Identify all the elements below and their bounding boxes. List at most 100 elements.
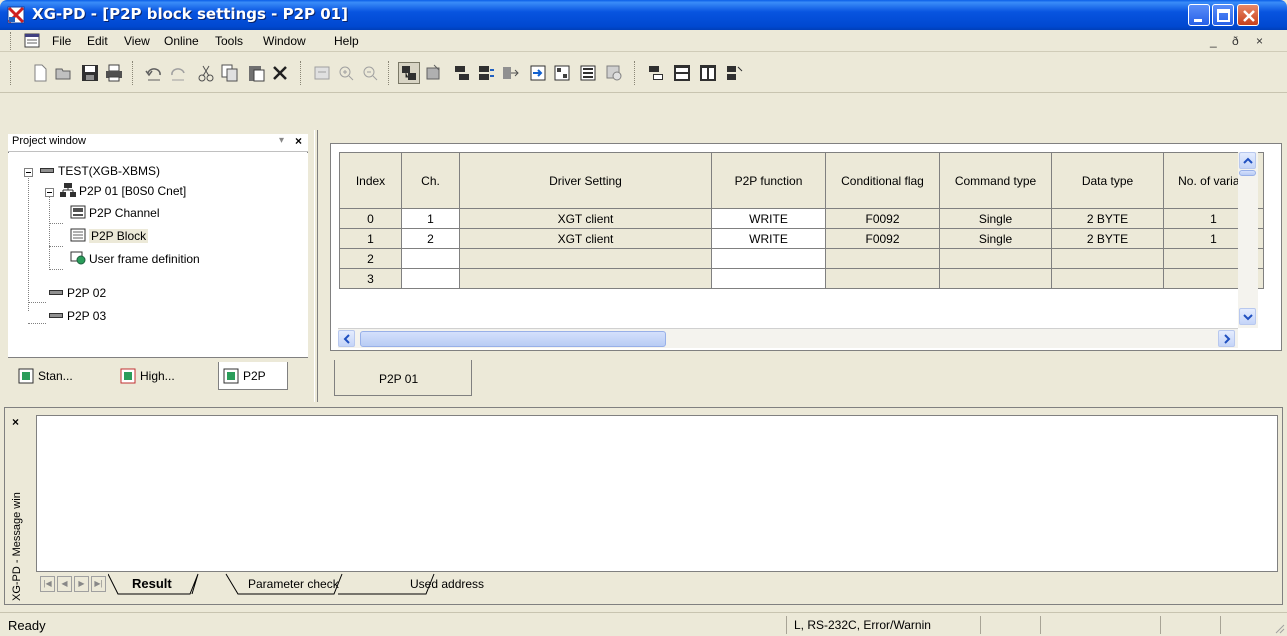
tree-item-user-frame[interactable]: User frame definition (70, 251, 200, 266)
tab-p2p[interactable]: P2P (218, 362, 288, 390)
arrange-icon[interactable] (724, 63, 744, 83)
menu-file[interactable]: File (52, 34, 71, 48)
cell-conditional-flag[interactable]: F0092 (825, 208, 940, 229)
vertical-scrollbar[interactable] (1238, 152, 1258, 328)
collapse-toggle[interactable] (45, 188, 54, 197)
tree-item-root[interactable]: TEST(XGB-XBMS) (39, 163, 160, 178)
tab-parameter-check[interactable]: Parameter check (248, 577, 339, 591)
zoom-out-icon[interactable] (360, 63, 380, 83)
diagnose-icon[interactable] (578, 63, 598, 83)
horizontal-scrollbar[interactable] (338, 328, 1238, 348)
cell-data-type[interactable]: 2 BYTE (1051, 208, 1164, 229)
column-header-command-type[interactable]: Command type (939, 152, 1052, 209)
project-window-close-button[interactable]: × (295, 134, 302, 148)
tree-item-p2p-channel[interactable]: P2P Channel (70, 205, 160, 220)
tab-high-speed[interactable]: High... (116, 362, 214, 390)
cell-conditional-flag[interactable] (825, 268, 940, 289)
menu-edit[interactable]: Edit (87, 34, 108, 48)
cell-conditional-flag[interactable]: F0092 (825, 228, 940, 249)
column-header-p2p-function[interactable]: P2P function (711, 152, 826, 209)
table-row[interactable]: 3 (339, 268, 1264, 289)
import-icon[interactable] (528, 63, 548, 83)
scroll-up-button[interactable] (1239, 152, 1256, 169)
prev-tab-button[interactable]: ◀ (57, 576, 72, 592)
diagnose2-icon[interactable] (604, 63, 624, 83)
message-output-area[interactable] (36, 415, 1278, 572)
cell-data-type[interactable] (1051, 248, 1164, 269)
cell-conditional-flag[interactable] (825, 248, 940, 269)
cell-ch[interactable] (401, 248, 460, 269)
mdi-minimize-button[interactable]: _ (1210, 34, 1217, 48)
cell-ch[interactable]: 2 (401, 228, 460, 249)
menu-view[interactable]: View (124, 34, 150, 48)
cell-data-type[interactable] (1051, 268, 1164, 289)
cell-command-type[interactable]: Single (939, 208, 1052, 229)
paste-icon[interactable] (246, 63, 266, 83)
copy-icon[interactable] (220, 63, 240, 83)
cell-command-type[interactable] (939, 248, 1052, 269)
maximize-button[interactable] (1212, 4, 1234, 26)
menu-online[interactable]: Online (164, 34, 199, 48)
cascade-icon[interactable] (646, 63, 666, 83)
mdi-close-button[interactable]: × (1256, 34, 1263, 48)
pin-dropdown-icon[interactable]: ▾ (279, 135, 284, 146)
column-header-conditional-flag[interactable]: Conditional flag (825, 152, 940, 209)
undo-icon[interactable] (144, 63, 164, 83)
delete-icon[interactable] (270, 63, 290, 83)
tile-v-icon[interactable] (698, 63, 718, 83)
save-icon[interactable] (80, 63, 100, 83)
tree-item-p2p01[interactable]: P2P 01 [B0S0 Cnet] (60, 183, 186, 198)
scroll-left-button[interactable] (338, 330, 355, 347)
menu-tools[interactable]: Tools (215, 34, 243, 48)
last-tab-button[interactable]: ▶| (91, 576, 106, 592)
table-row[interactable]: 2 (339, 248, 1264, 269)
cell-p2p-function[interactable] (711, 268, 826, 289)
cell-driver-setting[interactable] (459, 248, 712, 269)
cell-ch[interactable] (401, 268, 460, 289)
menubar-grip[interactable] (10, 32, 13, 50)
redo-icon[interactable] (168, 63, 188, 83)
message-window-close-button[interactable]: × (12, 415, 19, 429)
tab-used-address[interactable]: Used address (410, 577, 484, 591)
cell-driver-setting[interactable] (459, 268, 712, 289)
first-tab-button[interactable]: |◀ (40, 576, 55, 592)
cell-p2p-function[interactable] (711, 248, 826, 269)
sheet-tab-p2p01[interactable]: P2P 01 (334, 360, 472, 396)
compare-icon[interactable] (476, 63, 496, 83)
new-icon[interactable] (30, 63, 50, 83)
cell-driver-setting[interactable]: XGT client (459, 208, 712, 229)
tab-standard[interactable]: Stan... (14, 362, 112, 390)
vertical-splitter[interactable] (314, 130, 318, 402)
print-icon[interactable] (104, 63, 124, 83)
table-row[interactable]: 0 1 XGT client WRITE F0092 Single 2 BYTE… (339, 208, 1264, 229)
vertical-scroll-thumb[interactable] (1239, 170, 1256, 176)
cell-ch[interactable]: 1 (401, 208, 460, 229)
cell-driver-setting[interactable]: XGT client (459, 228, 712, 249)
document-icon[interactable] (24, 33, 40, 48)
scroll-right-button[interactable] (1218, 330, 1235, 347)
horizontal-scroll-thumb[interactable] (360, 331, 666, 347)
column-header-index[interactable]: Index (339, 152, 402, 209)
open-icon[interactable] (54, 63, 74, 83)
monitor-icon[interactable] (552, 63, 572, 83)
cell-command-type[interactable] (939, 268, 1052, 289)
title-bar[interactable]: XG-PD - [P2P block settings - P2P 01] (0, 0, 1287, 30)
close-button[interactable] (1237, 4, 1259, 26)
menu-help[interactable]: Help (334, 34, 359, 48)
tile-h-icon[interactable] (672, 63, 692, 83)
minimize-button[interactable] (1188, 4, 1210, 26)
collapse-toggle[interactable] (24, 168, 33, 177)
cell-p2p-function[interactable]: WRITE (711, 228, 826, 249)
toolbar-grip[interactable] (10, 61, 13, 85)
zoom-in-icon[interactable] (336, 63, 356, 83)
cell-data-type[interactable]: 2 BYTE (1051, 228, 1164, 249)
write-icon[interactable] (452, 63, 472, 83)
column-header-data-type[interactable]: Data type (1051, 152, 1164, 209)
tree-item-p2p03[interactable]: P2P 03 (48, 308, 106, 323)
next-tab-button[interactable]: ▶ (74, 576, 89, 592)
resize-grip-icon[interactable] (1273, 622, 1285, 634)
export-icon[interactable] (500, 63, 520, 83)
project-icon[interactable] (398, 62, 420, 84)
tree-item-p2p02[interactable]: P2P 02 (48, 285, 106, 300)
table-row[interactable]: 1 2 XGT client WRITE F0092 Single 2 BYTE… (339, 228, 1264, 249)
